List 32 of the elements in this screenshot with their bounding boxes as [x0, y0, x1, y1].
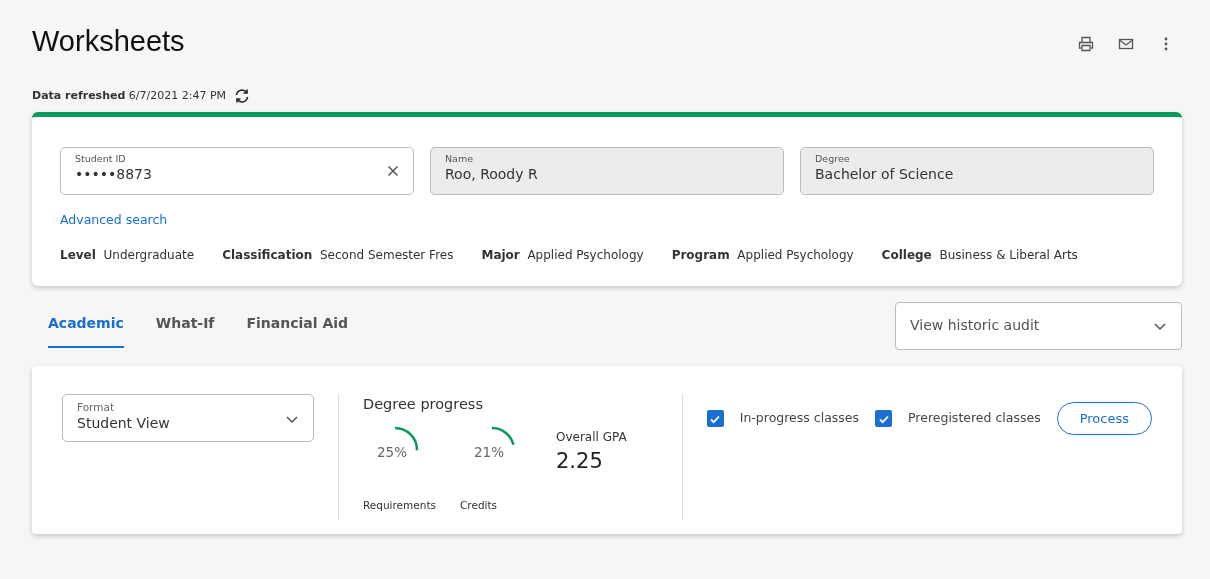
input-field[interactable]: Student ID •••••8873	[60, 147, 414, 195]
close-icon[interactable]	[387, 164, 399, 177]
format-dropdown[interactable]: Format Student View	[62, 393, 314, 442]
gpa-label: Overall GPA	[556, 428, 627, 446]
process-button[interactable]: Process	[1056, 401, 1152, 436]
detail-text: Program Applied Psychology	[671, 246, 854, 264]
detail-text: Classification Second Semester Fres	[222, 246, 454, 264]
mail-icon[interactable]	[1118, 36, 1134, 52]
historic-audit-dropdown[interactable]: View historic audit	[895, 301, 1182, 350]
checkbox-label: Preregistered classes	[908, 409, 1041, 428]
gauge-value: 25%	[377, 442, 407, 462]
detail-text: Major Applied Psychology	[481, 246, 644, 264]
section-title: Degree progress	[363, 394, 484, 414]
refresh-text: Data refreshed 6/7/2021 2:47 PM	[32, 87, 227, 104]
tab[interactable]: What-If	[155, 303, 215, 349]
page-title: Worksheets	[32, 24, 185, 59]
gauge-caption: Credits	[460, 497, 499, 513]
detail-text: College Business & Liberal Arts	[881, 246, 1078, 264]
tab[interactable]: Academic	[48, 303, 124, 349]
readonly-field: Name Roo, Roody R	[430, 147, 784, 195]
gauge-value: 21%	[474, 442, 504, 462]
readonly-field: Degree Bachelor of Science	[800, 147, 1154, 195]
checkbox[interactable]	[875, 410, 893, 427]
tab[interactable]: Financial Aid	[246, 303, 349, 349]
advanced-search-link[interactable]: Advanced search	[60, 211, 168, 230]
refresh-icon[interactable]	[234, 87, 251, 104]
gauge-caption: Requirements	[363, 497, 436, 513]
gpa-value: 2.25	[556, 447, 604, 475]
detail-text: Level Undergraduate	[60, 246, 195, 264]
checkbox-label: In-progress classes	[739, 409, 860, 428]
checkbox[interactable]	[706, 410, 724, 427]
print-icon[interactable]	[1078, 36, 1094, 52]
